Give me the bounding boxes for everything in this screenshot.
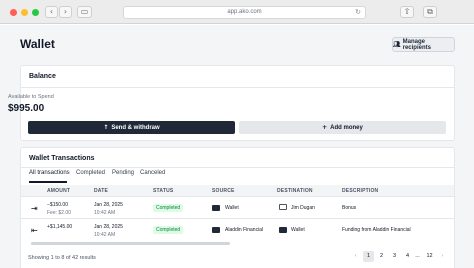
page-1-button[interactable]: 1 — [363, 251, 374, 262]
fee-cell: Fee: $2.00 — [47, 210, 71, 216]
users-icon: 👥︎ — [393, 41, 401, 48]
amount-cell: −$150.00 — [47, 202, 68, 208]
destination-cell: Wallet — [291, 227, 305, 233]
divider — [21, 167, 454, 168]
maximize-window-button[interactable] — [32, 9, 39, 16]
previous-page-icon[interactable]: ‹ — [351, 251, 360, 262]
column-header-destination[interactable]: DESTINATION — [277, 188, 313, 194]
table-row[interactable]: ⇤ +$1,145.00 Jan 28, 2025 10:42 AM Compl… — [21, 220, 454, 241]
arrow-right-to-bar-icon: ⇥ — [31, 204, 38, 213]
time-cell: 10:42 AM — [94, 210, 116, 216]
divider — [21, 87, 454, 88]
manage-recipients-label: Manage recipients — [402, 38, 431, 51]
add-money-button[interactable]: + Add money — [239, 121, 446, 134]
add-money-label: Add money — [330, 124, 363, 131]
plus-icon: + — [322, 124, 328, 131]
page-title: Wallet — [20, 37, 55, 51]
results-summary: Showing 1 to 8 of 42 results — [28, 255, 96, 261]
time-cell: 10:42 AM — [94, 232, 116, 238]
tabs-icon[interactable]: ⧉ — [423, 6, 437, 18]
horizontal-scrollbar[interactable] — [31, 242, 230, 245]
bank-icon — [212, 227, 220, 233]
column-header-date[interactable]: DATE — [94, 188, 108, 194]
sidebar-toggle-icon[interactable]: ▭ — [77, 6, 92, 18]
person-card-icon — [279, 204, 287, 210]
page-2-button[interactable]: 2 — [376, 251, 387, 262]
reload-icon[interactable]: ↻ — [355, 7, 361, 18]
close-window-button[interactable] — [10, 9, 17, 16]
status-badge: Completed — [153, 226, 184, 234]
page-3-button[interactable]: 3 — [389, 251, 400, 262]
column-header-description[interactable]: DESCRIPTION — [342, 188, 378, 194]
url-text: app.ako.com — [227, 9, 262, 15]
table-row[interactable]: ⇥ −$150.00 Fee: $2.00 Jan 28, 2025 10:42… — [21, 198, 454, 219]
wallet-icon — [279, 227, 287, 233]
address-bar[interactable]: app.ako.com ↻ — [123, 6, 366, 19]
column-header-amount[interactable]: AMOUNT — [47, 188, 70, 194]
destination-cell: Jim Dugan — [291, 205, 315, 211]
description-cell: Bonus — [342, 205, 357, 211]
tab-canceled[interactable]: Canceled — [140, 170, 165, 176]
active-tab-indicator — [29, 181, 67, 183]
next-page-icon[interactable]: › — [438, 251, 447, 262]
status-badge: Completed — [153, 204, 184, 212]
tab-pending[interactable]: Pending — [112, 170, 134, 176]
wallet-icon — [212, 205, 220, 211]
balance-title: Balance — [29, 73, 56, 80]
page-12-button[interactable]: 12 — [423, 251, 436, 262]
back-button[interactable]: ‹ — [45, 6, 58, 18]
browser-toolbar: ‹ › ▭ app.ako.com ↻ ⇧ ⧉ — [0, 0, 474, 24]
forward-button[interactable]: › — [59, 6, 72, 18]
share-icon[interactable]: ⇧ — [400, 6, 414, 18]
source-cell: Aladdin Financial — [225, 227, 264, 233]
transactions-title: Wallet Transactions — [29, 155, 95, 162]
column-header-source[interactable]: SOURCE — [212, 188, 235, 194]
arrow-left-from-bar-icon: ⇤ — [31, 226, 38, 235]
manage-recipients-button[interactable]: 👥︎ Manage recipients — [392, 37, 455, 52]
page-4-button[interactable]: 4 — [402, 251, 413, 262]
wallet-page: Wallet 👥︎ Manage recipients Balance Avai… — [0, 25, 474, 268]
tab-all-transactions[interactable]: All transactions — [29, 170, 70, 176]
minimize-window-button[interactable] — [21, 9, 28, 16]
date-cell: Jan 28, 2025 — [94, 202, 123, 208]
table-header: AMOUNT DATE STATUS SOURCE DESTINATION DE… — [21, 185, 454, 197]
send-withdraw-button[interactable]: ↑ Send & withdraw — [28, 121, 235, 134]
source-cell: Wallet — [225, 205, 239, 211]
tab-completed[interactable]: Completed — [76, 170, 105, 176]
arrow-up-icon: ↑ — [103, 124, 109, 131]
column-header-status[interactable]: STATUS — [153, 188, 173, 194]
page-ellipsis: ... — [415, 253, 420, 259]
balance-amount: $995.00 — [8, 103, 45, 114]
transactions-card: Wallet Transactions All transactions Com… — [20, 147, 455, 268]
amount-cell: +$1,145.00 — [47, 224, 73, 230]
send-withdraw-label: Send & withdraw — [111, 124, 160, 131]
date-cell: Jan 28, 2025 — [94, 224, 123, 230]
description-cell: Funding from Aladdin Financial — [342, 227, 411, 233]
available-label: Available to Spend — [8, 94, 54, 100]
